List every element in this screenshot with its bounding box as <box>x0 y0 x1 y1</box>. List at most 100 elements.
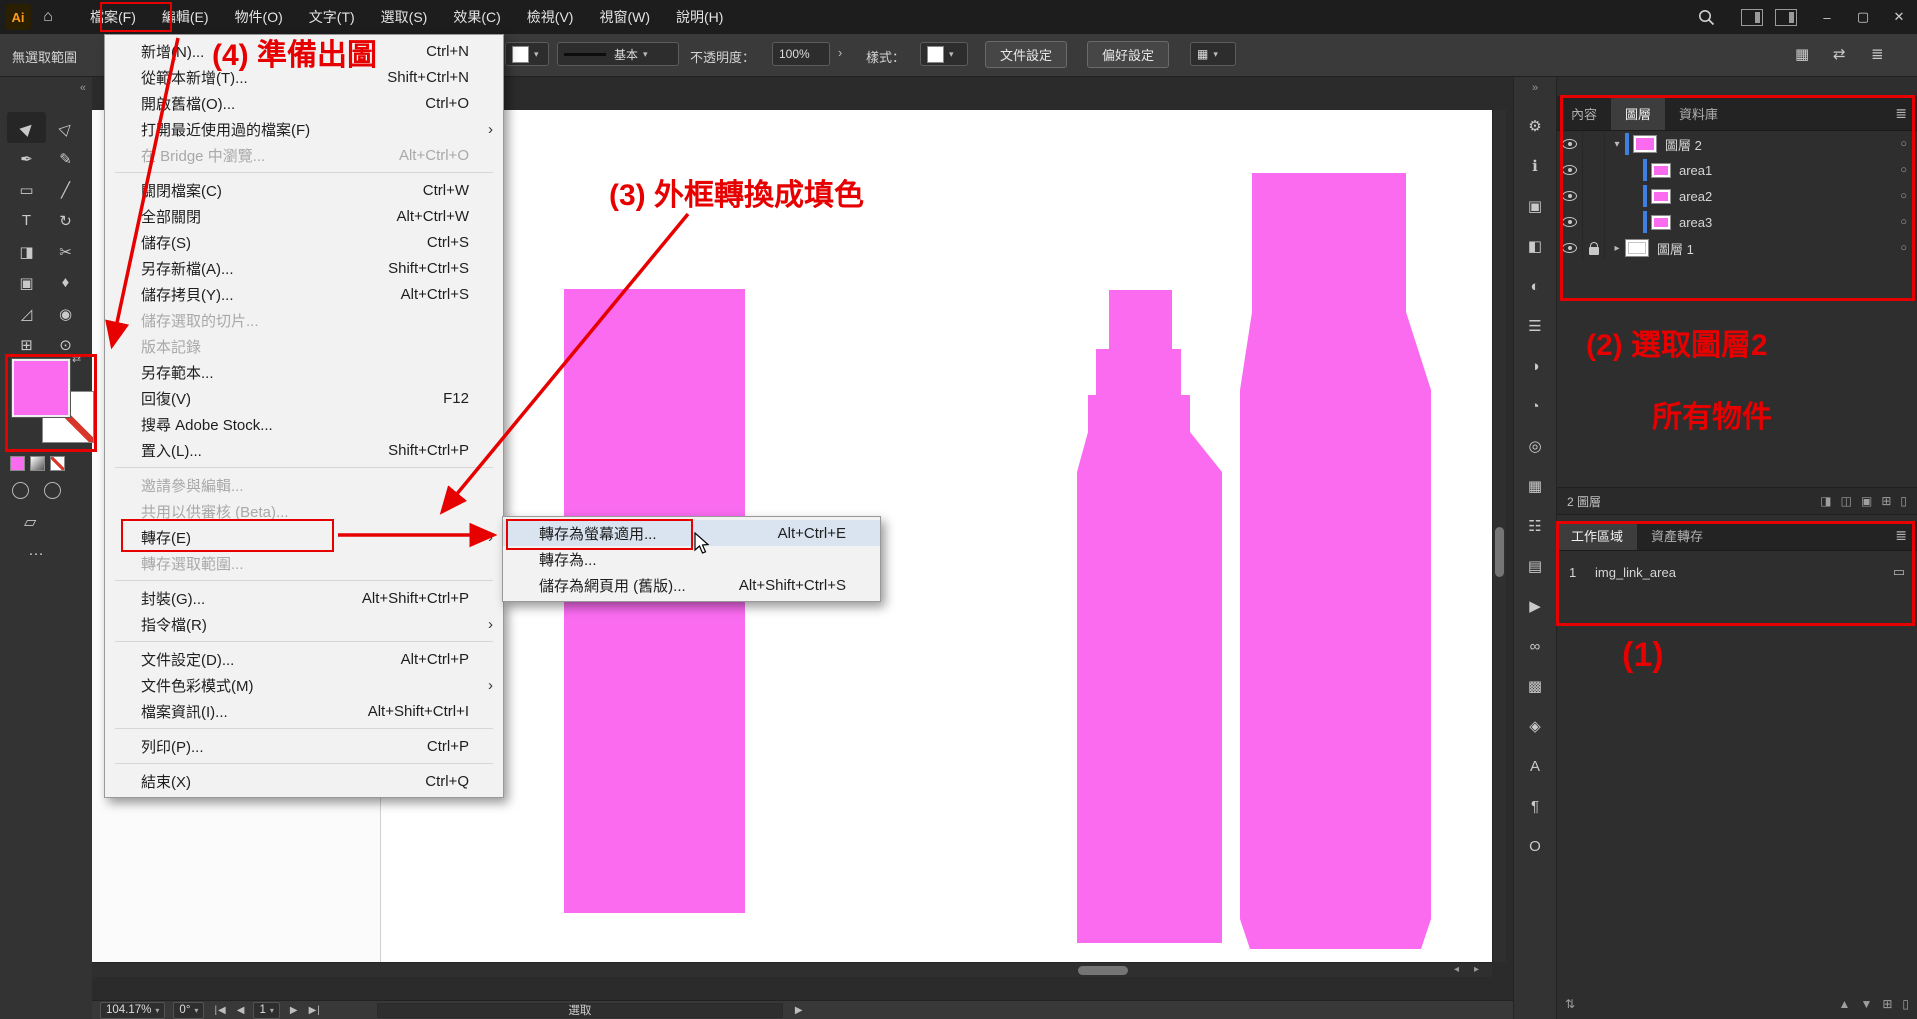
file-menu-item[interactable]: 新增(N)...Ctrl+N <box>105 38 503 64</box>
workspace-layout-icon[interactable] <box>1741 9 1763 26</box>
tab-artboards[interactable]: 工作區域 <box>1557 521 1637 550</box>
target-circle-icon[interactable]: ○ <box>1900 216 1907 228</box>
close-button[interactable]: ✕ <box>1881 0 1917 34</box>
collect-for-export-icon[interactable]: ◨ <box>1820 494 1831 508</box>
links-icon[interactable]: ∞ <box>1514 626 1556 666</box>
paragraph-icon[interactable]: ¶ <box>1514 786 1556 826</box>
previous-artboard-icon[interactable]: ◀ <box>237 1005 246 1016</box>
file-menu-item[interactable]: 另存新檔(A)...Shift+Ctrl+S <box>105 255 503 281</box>
file-menu-item[interactable]: 開啟舊檔(O)...Ctrl+O <box>105 90 503 116</box>
scroll-left-icon[interactable]: ◂ <box>1454 964 1459 975</box>
image-trace-icon[interactable]: ▩ <box>1514 666 1556 706</box>
artboard-icon[interactable]: ▭ <box>1893 564 1905 580</box>
file-menu-item[interactable]: 打開最近使用過的檔案(F)› <box>105 116 503 142</box>
export-submenu-item[interactable]: 儲存為網頁用 (舊版)...Alt+Shift+Ctrl+S <box>503 572 880 598</box>
menubar-item-object[interactable]: 物件(O) <box>222 0 296 34</box>
grid-view-icon[interactable]: ▦ <box>1795 45 1809 63</box>
minimize-button[interactable]: – <box>1809 0 1845 34</box>
file-menu-item[interactable]: 文件色彩模式(M)› <box>105 672 503 698</box>
file-menu-item[interactable]: 儲存拷貝(Y)...Alt+Ctrl+S <box>105 281 503 307</box>
shape-bottle-large[interactable] <box>1240 173 1431 949</box>
menubar-item-select[interactable]: 選取(S) <box>368 0 441 34</box>
rotation-dropdown[interactable]: 0° ▾ <box>173 1002 204 1019</box>
file-menu-item[interactable]: 轉存選取範圍... <box>105 550 503 576</box>
search-icon[interactable] <box>1698 9 1715 26</box>
layer-row[interactable]: area2○ <box>1557 183 1917 209</box>
gradient-icon[interactable]: ◑ <box>1514 346 1556 386</box>
restore-button[interactable]: ▢ <box>1845 0 1881 34</box>
color-guide-icon[interactable]: ◐ <box>1514 266 1556 306</box>
document-setup-button[interactable]: 文件設定 <box>985 41 1067 68</box>
artboard-list-item[interactable]: 1 img_link_area ▭ <box>1557 557 1917 587</box>
panel-menu-icon[interactable]: ≣ <box>1895 521 1917 550</box>
tab-layers[interactable]: 圖層 <box>1611 96 1665 130</box>
file-menu-item[interactable]: 指令檔(R)› <box>105 611 503 637</box>
file-menu-item[interactable]: 置入(L)...Shift+Ctrl+P <box>105 437 503 463</box>
file-menu-item[interactable]: 檔案資訊(I)...Alt+Shift+Ctrl+I <box>105 698 503 724</box>
rotate-tool[interactable]: ↻ <box>46 205 85 236</box>
shaper-tool[interactable]: ▣ <box>7 267 46 298</box>
symbols-icon[interactable]: ☷ <box>1514 506 1556 546</box>
vertical-scrollbar-thumb[interactable] <box>1495 527 1504 577</box>
blend-tool[interactable]: ◉ <box>46 298 85 329</box>
file-menu-item[interactable]: 全部關閉Alt+Ctrl+W <box>105 203 503 229</box>
curvature-tool[interactable]: ✎ <box>46 143 85 174</box>
menubar-item-help[interactable]: 說明(H) <box>663 0 736 34</box>
make-clipping-mask-icon[interactable]: ◫ <box>1841 494 1852 508</box>
file-menu-item[interactable]: 版本記錄 <box>105 333 503 359</box>
draw-normal-button[interactable] <box>12 482 29 499</box>
workspace-switch-icon[interactable] <box>1775 9 1797 26</box>
lock-toggle[interactable] <box>1583 131 1605 157</box>
pattern-icon[interactable]: ◈ <box>1514 706 1556 746</box>
draw-behind-button[interactable] <box>44 482 61 499</box>
visibility-toggle[interactable] <box>1557 157 1583 183</box>
lock-toggle[interactable] <box>1583 209 1605 235</box>
artboard-tool[interactable]: ⊞ <box>7 329 46 360</box>
menubar-item-effect[interactable]: 效果(C) <box>440 0 513 34</box>
delete-artboard-icon[interactable]: ▯ <box>1902 997 1909 1011</box>
target-circle-icon[interactable]: ○ <box>1900 242 1907 254</box>
edit-toolbar-ellipsis-icon[interactable]: … <box>28 542 44 560</box>
swap-fill-stroke-icon[interactable]: ⇄ <box>72 352 81 365</box>
tab-asset-export[interactable]: 資產轉存 <box>1637 521 1717 550</box>
selection-tool[interactable]: ▶ <box>7 112 46 143</box>
tab-libraries[interactable]: 資料庫 <box>1665 96 1732 130</box>
last-artboard-icon[interactable]: ▶| <box>309 1005 321 1016</box>
color-mode-gradient-button[interactable] <box>30 456 45 471</box>
color-mode-none-button[interactable] <box>50 456 65 471</box>
opentype-icon[interactable]: O <box>1514 826 1556 866</box>
scissors-tool[interactable]: ✂ <box>46 236 85 267</box>
opacity-spinner-icon[interactable]: › <box>838 45 842 60</box>
horizontal-scrollbar-thumb[interactable] <box>1078 966 1128 975</box>
export-submenu-item[interactable]: 轉存為... <box>503 546 880 572</box>
reorder-icon[interactable]: ⇅ <box>1565 997 1575 1011</box>
target-circle-icon[interactable]: ○ <box>1900 190 1907 202</box>
graphic-styles-icon[interactable]: ▤ <box>1514 546 1556 586</box>
move-up-icon[interactable]: ▲ <box>1839 997 1851 1011</box>
shape-bottle-small[interactable] <box>1077 290 1222 943</box>
layer-row[interactable]: ▾圖層 2○ <box>1557 131 1917 157</box>
horizontal-scrollbar[interactable]: ◂ ▸ <box>92 962 1492 977</box>
target-circle-icon[interactable]: ○ <box>1900 138 1907 150</box>
fill-color-swatch[interactable] <box>12 359 70 417</box>
type-tool[interactable]: T <box>7 205 46 236</box>
tab-properties[interactable]: 內容 <box>1557 96 1611 130</box>
zoom-dropdown[interactable]: 104.17% ▾ <box>100 1002 165 1019</box>
character-icon[interactable]: A <box>1514 746 1556 786</box>
menubar-item-window[interactable]: 視窗(W) <box>586 0 663 34</box>
file-menu-item[interactable]: 搜尋 Adobe Stock... <box>105 411 503 437</box>
file-menu-item[interactable]: 關閉檔案(C)Ctrl+W <box>105 177 503 203</box>
file-menu-item[interactable]: 回復(V)F12 <box>105 385 503 411</box>
artboard-number-dropdown[interactable]: 1 ▾ <box>253 1002 279 1019</box>
preferences-button[interactable]: 偏好設定 <box>1087 41 1169 68</box>
expand-chevron-icon[interactable]: ▾ <box>1609 139 1625 150</box>
file-menu-item[interactable]: 封裝(G)...Alt+Shift+Ctrl+P <box>105 585 503 611</box>
vertical-scrollbar[interactable] <box>1492 110 1506 962</box>
info-icon[interactable]: ℹ <box>1514 146 1556 186</box>
file-menu-item[interactable]: 儲存選取的切片... <box>105 307 503 333</box>
file-menu-item[interactable]: 在 Bridge 中瀏覽...Alt+Ctrl+O <box>105 142 503 168</box>
target-circle-icon[interactable]: ○ <box>1900 164 1907 176</box>
lock-toggle[interactable] <box>1583 183 1605 209</box>
layer-row[interactable]: area1○ <box>1557 157 1917 183</box>
eraser-tool[interactable]: ◨ <box>7 236 46 267</box>
